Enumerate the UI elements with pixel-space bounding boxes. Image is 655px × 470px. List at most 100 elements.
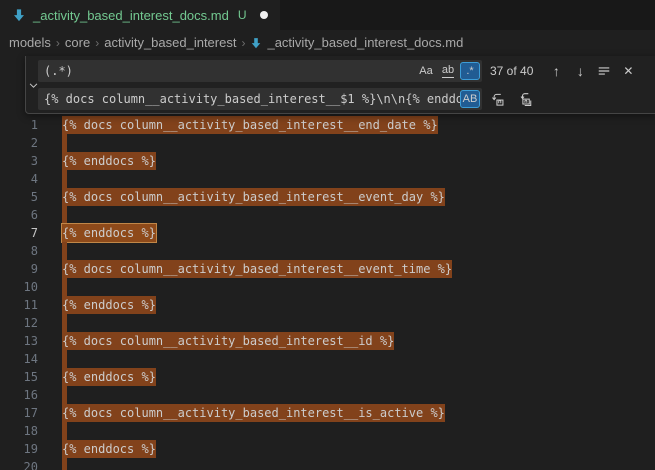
- find-input[interactable]: [44, 64, 416, 78]
- replace-icon: [490, 92, 505, 107]
- find-in-selection-icon: [597, 64, 611, 78]
- dbt-file-icon: [12, 8, 26, 22]
- line-number: 12: [0, 316, 38, 330]
- editor-line[interactable]: 7 {% enddocs %}: [0, 224, 655, 242]
- find-match-empty: [62, 206, 67, 224]
- find-row: Aa ab .* 37 of 40 ↑ ↓: [38, 60, 649, 82]
- vscode-window: _activity_based_interest_docs.md U model…: [0, 0, 655, 470]
- editor-line[interactable]: 10: [0, 278, 655, 296]
- find-match: {% enddocs %}: [62, 296, 156, 314]
- editor-line[interactable]: 9 {% docs column__activity_based_interest…: [0, 260, 655, 278]
- line-number: 11: [0, 298, 38, 312]
- code-text: {% enddocs %}: [62, 296, 156, 314]
- close-find-button[interactable]: ✕: [619, 61, 637, 81]
- find-match-empty: [62, 170, 67, 188]
- find-match-empty: [62, 278, 67, 296]
- arrow-up-icon: ↑: [553, 63, 560, 79]
- find-match-empty: [62, 134, 67, 152]
- breadcrumb-separator: ›: [95, 36, 99, 50]
- line-number: 18: [0, 424, 38, 438]
- line-number: 4: [0, 172, 38, 186]
- tab-bar: _activity_based_interest_docs.md U: [0, 0, 655, 30]
- breadcrumb-separator: ›: [56, 36, 60, 50]
- find-match: {% enddocs %}: [62, 440, 156, 458]
- editor-line[interactable]: 8: [0, 242, 655, 260]
- find-match-empty: [62, 314, 67, 332]
- editor-line[interactable]: 2: [0, 134, 655, 152]
- tab-filename: _activity_based_interest_docs.md: [33, 8, 229, 23]
- find-replace-widget: Aa ab .* 37 of 40 ↑ ↓: [25, 56, 655, 114]
- current-find-match: {% enddocs %}: [62, 224, 156, 242]
- code-text: {% enddocs %}: [62, 152, 156, 170]
- git-status-badge: U: [238, 8, 247, 22]
- code-text: {% enddocs %}: [62, 440, 156, 458]
- line-number: 5: [0, 190, 38, 204]
- find-in-selection-button[interactable]: [595, 61, 613, 81]
- code-text: {% enddocs %}: [62, 224, 156, 242]
- editor-line[interactable]: 13{% docs column__activity_based_interes…: [0, 332, 655, 350]
- previous-match-button[interactable]: ↑: [547, 61, 565, 81]
- replace-button[interactable]: [488, 89, 506, 109]
- line-number: 20: [0, 460, 38, 470]
- find-match-empty: [62, 386, 67, 404]
- find-input-box: Aa ab .*: [38, 60, 482, 82]
- preserve-case-button[interactable]: AB: [460, 90, 480, 108]
- line-number: 7: [0, 226, 38, 240]
- replace-input[interactable]: [44, 92, 460, 106]
- find-match: {% docs column__activity_based_interest_…: [62, 404, 445, 422]
- find-match: {% docs column__activity_based_interest_…: [62, 332, 394, 350]
- match-case-button[interactable]: Aa: [416, 62, 436, 80]
- find-match-empty: [62, 458, 67, 470]
- replace-input-box: AB: [38, 88, 482, 110]
- line-number: 3: [0, 154, 38, 168]
- editor-line[interactable]: 14: [0, 350, 655, 368]
- line-number: 8: [0, 244, 38, 258]
- line-number: 2: [0, 136, 38, 150]
- unsaved-changes-dot[interactable]: [260, 11, 268, 19]
- code-text: {% docs column__activity_based_interest_…: [62, 260, 452, 278]
- find-match: {% enddocs %}: [62, 368, 156, 386]
- editor-line[interactable]: 15{% enddocs %}: [0, 368, 655, 386]
- breadcrumb-separator: ›: [241, 36, 245, 50]
- editor-line[interactable]: 5{% docs column__activity_based_interest…: [0, 188, 655, 206]
- replace-all-button[interactable]: [516, 89, 534, 109]
- close-icon: ✕: [623, 64, 633, 78]
- line-number: 16: [0, 388, 38, 402]
- tab-active-file[interactable]: _activity_based_interest_docs.md U: [0, 0, 280, 30]
- find-nav-buttons: ↑ ↓ ✕: [547, 61, 637, 81]
- replace-buttons: [488, 89, 534, 109]
- breadcrumb-item-file[interactable]: _activity_based_interest_docs.md: [250, 35, 463, 50]
- dbt-file-icon: [250, 37, 262, 49]
- whole-word-button[interactable]: ab: [438, 62, 458, 80]
- editor-line[interactable]: 4: [0, 170, 655, 188]
- line-number: 19: [0, 442, 38, 456]
- breadcrumb-item-models[interactable]: models: [9, 35, 51, 50]
- breadcrumb-item-activity-based-interest[interactable]: activity_based_interest: [104, 35, 236, 50]
- editor-line[interactable]: 11 {% enddocs %}: [0, 296, 655, 314]
- line-number: 10: [0, 280, 38, 294]
- breadcrumb-file-label: _activity_based_interest_docs.md: [267, 35, 463, 50]
- find-match: {% enddocs %}: [62, 152, 156, 170]
- editor-line[interactable]: 1{% docs column__activity_based_interest…: [0, 116, 655, 134]
- editor-line[interactable]: 12: [0, 314, 655, 332]
- editor-line[interactable]: 16: [0, 386, 655, 404]
- editor-line[interactable]: 6: [0, 206, 655, 224]
- code-text: {% enddocs %}: [62, 368, 156, 386]
- find-match-empty: [62, 422, 67, 440]
- find-match: {% docs column__activity_based_interest_…: [62, 260, 452, 278]
- code-text: {% docs column__activity_based_interest_…: [62, 404, 445, 422]
- find-match-empty: [62, 350, 67, 368]
- breadcrumb: models › core › activity_based_interest …: [0, 30, 655, 55]
- editor-line[interactable]: 20: [0, 458, 655, 470]
- editor-pane[interactable]: 1{% docs column__activity_based_interest…: [0, 55, 655, 470]
- breadcrumb-item-core[interactable]: core: [65, 35, 90, 50]
- editor-line[interactable]: 3 {% enddocs %}: [0, 152, 655, 170]
- line-number: 9: [0, 262, 38, 276]
- regex-button[interactable]: .*: [460, 62, 480, 80]
- editor-line[interactable]: 18: [0, 422, 655, 440]
- next-match-button[interactable]: ↓: [571, 61, 589, 81]
- replace-row: AB: [38, 88, 649, 110]
- find-match: {% docs column__activity_based_interest_…: [62, 116, 438, 134]
- editor-line[interactable]: 17{% docs column__activity_based_interes…: [0, 404, 655, 422]
- editor-line[interactable]: 19 {% enddocs %}: [0, 440, 655, 458]
